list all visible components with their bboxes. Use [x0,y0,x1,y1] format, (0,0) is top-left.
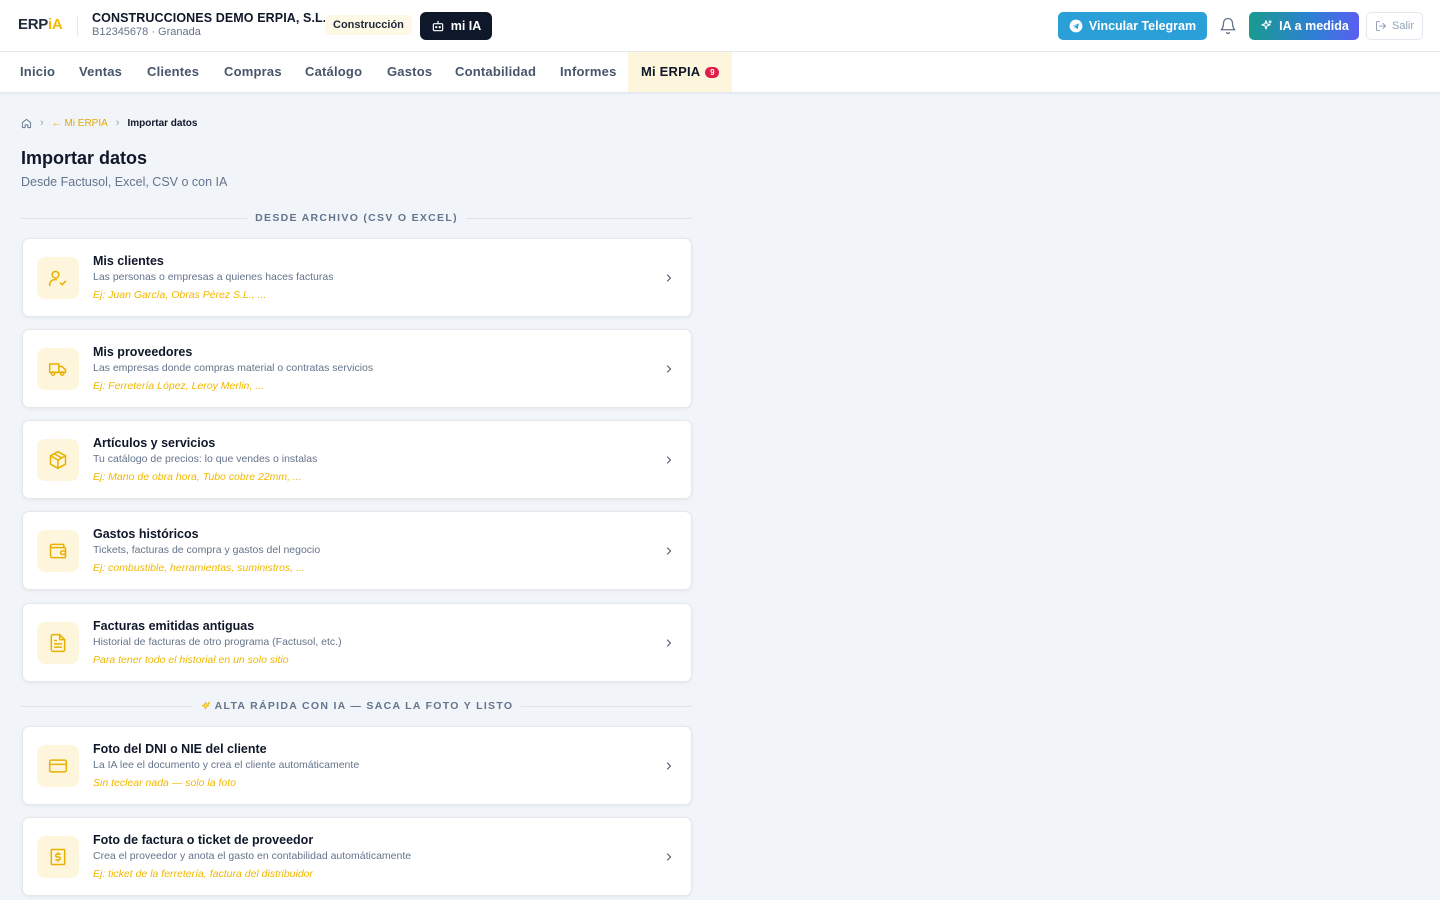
nav-item-clientes[interactable]: Clientes [147,52,199,92]
card-icon-wrap [37,439,79,481]
telegram-icon [1069,19,1083,33]
sparkles-icon [1261,20,1272,30]
nav-item-ventas[interactable]: Ventas [79,52,122,92]
company-name: CONSTRUCCIONES DEMO ERPIA, S.L. [92,11,327,25]
chevron-right-icon [666,639,672,647]
chevron-right-icon [666,547,672,555]
chevron-right-icon [666,456,672,464]
card-description: Las personas o empresas a quienes haces … [93,271,334,283]
import-clients-card[interactable]: Mis clientes Las personas o empresas a q… [22,238,692,317]
card-icon-wrap [37,530,79,572]
card-icon-wrap [37,257,79,299]
chevron-right-icon [666,762,672,770]
page-title: Importar datos [21,148,148,168]
card-example: Ej: Juan García, Obras Pérez S.L., ... [93,289,267,301]
company-info: CONSTRUCCIONES DEMO ERPIA, S.L. B1234567… [92,11,326,38]
section-title-wrap: ALTA RÁPIDA CON IA — SACA LA FOTO Y LIST… [192,700,522,712]
card-example: Ej: ticket de la ferretería, factura del… [93,868,314,880]
import-suppliers-card[interactable]: Mis proveedores Las empresas donde compr… [22,329,692,408]
header-divider [77,16,78,36]
chevron-right-icon [666,274,672,282]
notification-badge: 9 [705,67,720,78]
card-description: Tu catálogo de precios: lo que vendes o … [93,453,318,465]
card-title: Facturas emitidas antiguas [93,619,255,633]
mi-ia-label: mi IA [450,19,482,33]
logout-icon [1375,21,1386,31]
card-example: Ej: Mano de obra hora, Tubo cobre 22mm, … [93,471,302,483]
home-icon[interactable] [21,118,32,129]
ia-custom-label: IA a medida [1279,19,1349,33]
sector-badge: Construcción [325,15,412,35]
card-title: Artículos y servicios [93,436,216,450]
card-example: Sin teclear nada — solo la foto [93,777,237,789]
card-description: Historial de facturas de otro programa (… [93,636,342,648]
user-check-icon [48,270,67,287]
card-example: Para tener todo el historial en un solo … [93,654,289,666]
page-subtitle: Desde Factusol, Excel, CSV o con IA [21,175,228,189]
section-header-file: DESDE ARCHIVO (CSV O EXCEL) [21,211,693,225]
nav-item-catalogo[interactable]: Catálogo [305,52,362,92]
wallet-icon [49,543,67,559]
import-invoices-card[interactable]: Facturas emitidas antiguas Historial de … [22,603,692,682]
photo-receipt-card[interactable]: Foto de factura o ticket de proveedor Cr… [22,817,692,896]
card-example: Ej: Ferretería López, Leroy Merlin, ... [93,380,264,392]
section-title: DESDE ARCHIVO (CSV O EXCEL) [255,212,458,224]
app-logo[interactable]: ERPiA [18,16,63,33]
id-card-icon [48,759,68,773]
bot-icon [432,20,443,32]
divider [521,705,693,707]
photo-id-card[interactable]: Foto del DNI o NIE del cliente La IA lee… [22,726,692,805]
card-description: Las empresas donde compras material o co… [93,362,374,374]
card-title: Foto del DNI o NIE del cliente [93,742,267,756]
main-nav: Inicio Ventas Clientes Compras Catálogo … [0,52,1440,93]
company-meta: B12345678 · Granada [92,26,201,38]
card-title: Gastos históricos [93,527,199,541]
divider [21,217,248,219]
nav-item-mi-erpia[interactable]: Mi ERPIA 9 [628,52,733,92]
card-description: Crea el proveedor y anota el gasto en co… [93,850,412,862]
nav-item-mi-erpia-label: Mi ERPIA [641,64,701,79]
nav-item-contabilidad[interactable]: Contabilidad [455,52,536,92]
link-telegram-label: Vincular Telegram [1088,19,1197,33]
chevron-right-icon [666,365,672,373]
truck-icon [48,363,67,376]
chevron-right-icon: › [40,117,44,129]
card-title: Mis clientes [93,254,164,268]
logout-button[interactable]: Salir [1366,12,1423,40]
logout-label: Salir [1391,20,1414,32]
import-expenses-card[interactable]: Gastos históricos Tickets, facturas de c… [22,511,692,590]
card-example: Ej: combustible, herramientas, suministr… [93,562,305,574]
card-icon-wrap [37,836,79,878]
card-description: Tickets, facturas de compra y gastos del… [93,544,321,556]
link-telegram-button[interactable]: Vincular Telegram [1058,12,1207,40]
top-header: ERPiA CONSTRUCCIONES DEMO ERPIA, S.L. B1… [0,0,1440,52]
breadcrumb-parent-link[interactable]: ← Mi ERPIA [52,118,108,129]
nav-item-inicio[interactable]: Inicio [20,52,55,92]
section-title: ALTA RÁPIDA CON IA — SACA LA FOTO Y LIST… [214,700,514,712]
package-icon [49,450,67,470]
breadcrumb: › ← Mi ERPIA › Importar datos [21,116,197,130]
chevron-right-icon [666,853,672,861]
card-icon-wrap [37,348,79,390]
bell-icon[interactable] [1219,17,1237,35]
chevron-right-icon: › [115,117,120,129]
receipt-icon [50,848,66,866]
card-title: Foto de factura o ticket de proveedor [93,833,314,847]
card-description: La IA lee el documento y crea el cliente… [93,759,360,771]
nav-item-compras[interactable]: Compras [224,52,282,92]
divider [21,705,192,707]
card-title: Mis proveedores [93,345,193,359]
mi-ia-button[interactable]: mi IA [420,12,492,40]
card-icon-wrap [37,745,79,787]
section-header-ai: ALTA RÁPIDA CON IA — SACA LA FOTO Y LIST… [21,699,693,713]
nav-item-gastos[interactable]: Gastos [387,52,432,92]
breadcrumb-current: Importar datos [127,117,198,129]
nav-item-informes[interactable]: Informes [560,52,617,92]
divider [465,217,693,219]
sparkles-icon [201,701,210,709]
file-text-icon [50,633,66,653]
import-items-card[interactable]: Artículos y servicios Tu catálogo de pre… [22,420,692,499]
ia-custom-button[interactable]: IA a medida [1249,12,1359,40]
card-icon-wrap [37,622,79,664]
